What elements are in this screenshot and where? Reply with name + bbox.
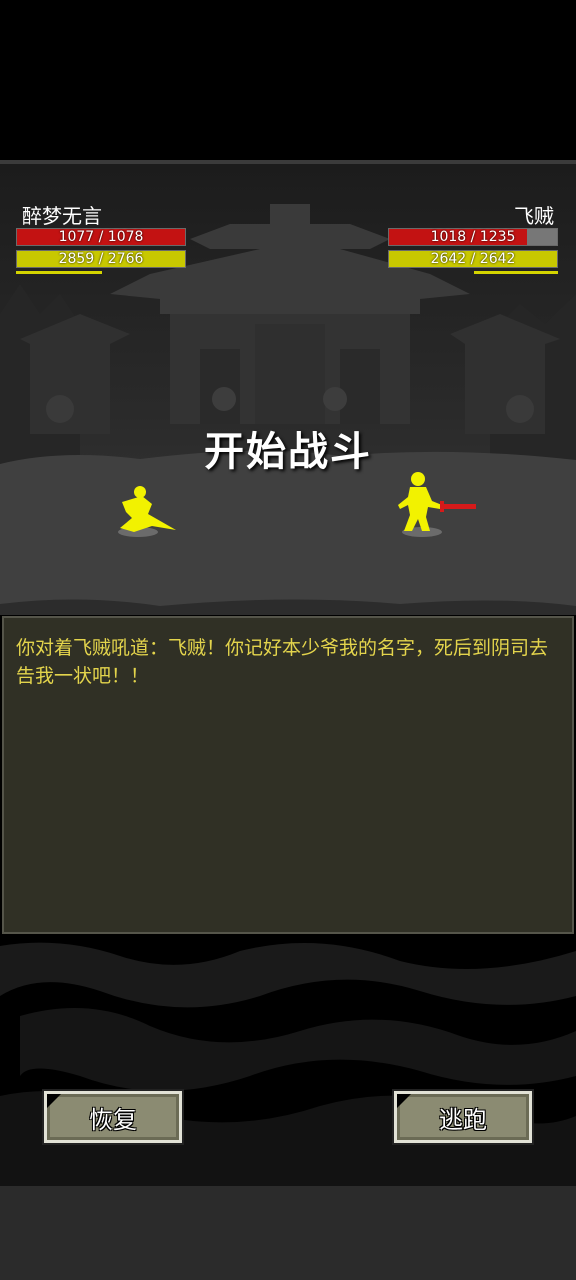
player-fighter[interactable] (112, 484, 182, 536)
enemy-hp-text: 1018 / 1235 (430, 229, 516, 245)
enemy-name: 飞贼 (514, 204, 554, 228)
recover-button[interactable]: 恢复 (42, 1089, 184, 1145)
player-mp-bar: 2859 / 2766 (16, 250, 186, 268)
battle-start-title: 开始战斗 (204, 428, 372, 475)
recover-button-label: 恢复 (89, 1105, 137, 1134)
battle-log-text: 你对着飞贼吼道：飞贼！你记好本少爷我的名字，死后到阴司去告我一状吧！！ (16, 637, 549, 687)
player-hp-bar: 1077 / 1078 (16, 228, 186, 246)
enemy-mp-bar: 2642 / 2642 (388, 250, 558, 268)
player-name: 醉梦无言 (22, 204, 102, 228)
battle-scene: 醉梦无言 飞贼 1077 / 1078 2859 / 2766 1018 / 1… (0, 160, 576, 615)
smoke-decoration (0, 942, 576, 1186)
player-hp-text: 1077 / 1078 (58, 229, 144, 245)
lower-area (0, 936, 576, 1186)
button-corner-notch (47, 1094, 61, 1108)
player-charge-line (16, 271, 102, 274)
top-empty-area (0, 0, 576, 160)
battle-log-panel: 你对着飞贼吼道：飞贼！你记好本少爷我的名字，死后到阴司去告我一状吧！！ (2, 616, 574, 934)
enemy-hp-bar: 1018 / 1235 (388, 228, 558, 246)
player-mp-text: 2859 / 2766 (58, 251, 144, 267)
escape-button-label: 逃跑 (439, 1105, 487, 1134)
enemy-charge-line (474, 271, 558, 274)
bottom-bar (0, 1186, 576, 1280)
enemy-mp-text: 2642 / 2642 (430, 251, 516, 267)
enemy-fighter[interactable] (396, 469, 480, 535)
escape-button[interactable]: 逃跑 (392, 1089, 534, 1145)
button-corner-notch (397, 1094, 411, 1108)
